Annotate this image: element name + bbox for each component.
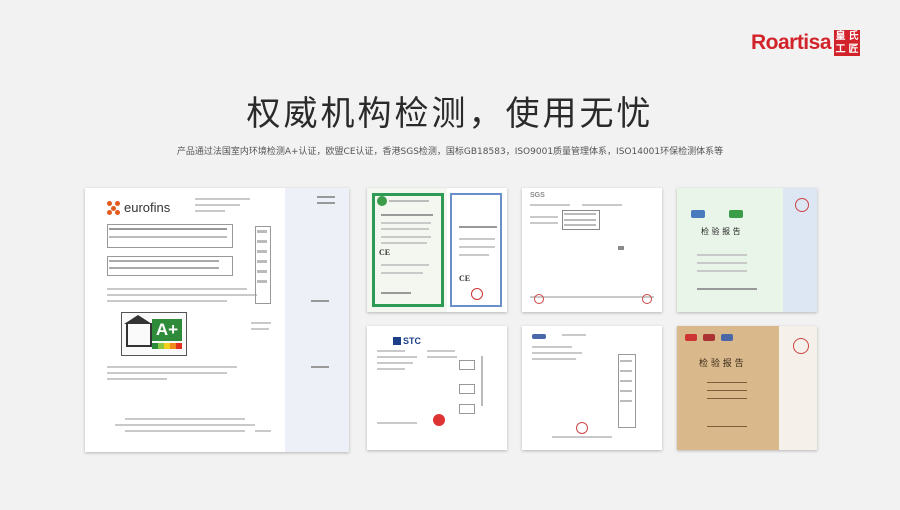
ce-mark-2: CE [459, 274, 471, 283]
report-title: 检 验 报 告 [701, 227, 741, 236]
stamp-icon-sgs [534, 294, 544, 304]
red-seal-icon [433, 414, 445, 426]
certificate-eurofins[interactable]: eurofins A+ [85, 188, 349, 452]
sgs-mark: SGS [530, 192, 545, 199]
stamp-icon-lab [795, 198, 809, 212]
house-icon [126, 323, 152, 347]
stamp-icon-report [576, 422, 588, 434]
a-plus-grade: A+ [152, 319, 182, 341]
certificate-ce[interactable]: CE CE [367, 188, 507, 312]
lab-logo-icon [691, 210, 705, 218]
emission-scale [152, 343, 182, 349]
brand-wordmark: Roartisa [750, 31, 832, 54]
stamp-icon-sgs-2 [642, 294, 652, 304]
certificate-greenlab[interactable]: 检 验 报 告 [677, 188, 817, 312]
eurofins-logo: eurofins [107, 200, 170, 215]
report-logo-icon [532, 334, 546, 339]
kraft-logo-1-icon [685, 334, 697, 341]
kraft-report-title: 检 验 报 告 [699, 359, 744, 369]
eurofins-dots-icon [107, 200, 121, 215]
brand-logo[interactable]: Roartisa 皇 氏 工 匠 [751, 30, 860, 56]
certificate-kraft[interactable]: 检 验 报 告 [677, 326, 817, 450]
stamp-icon [471, 288, 483, 300]
a-plus-emissions-label: A+ [121, 312, 187, 356]
page-headline: 权威机构检测，使用无忧 [246, 94, 654, 134]
brand-seal-icon: 皇 氏 工 匠 [834, 30, 860, 56]
certificate-sgs[interactable]: SGS [522, 188, 662, 312]
stc-logo: STC [393, 336, 421, 346]
cma-logo-icon [729, 210, 743, 218]
kraft-logo-3-icon [721, 334, 733, 341]
certificate-stc[interactable]: STC [367, 326, 507, 450]
certificate-report[interactable] [522, 326, 662, 450]
stamp-icon-kraft [793, 338, 809, 354]
cert-seal-icon [377, 196, 387, 206]
kraft-logo-2-icon [703, 334, 715, 341]
ce-mark: CE [379, 248, 391, 257]
eurofins-wordmark: eurofins [124, 200, 171, 215]
page-subline: 产品通过法国室内环境检测A+认证，欧盟CE认证，香港SGS检测，国标GB1858… [176, 147, 724, 157]
page-overlap-shadow [285, 188, 349, 452]
